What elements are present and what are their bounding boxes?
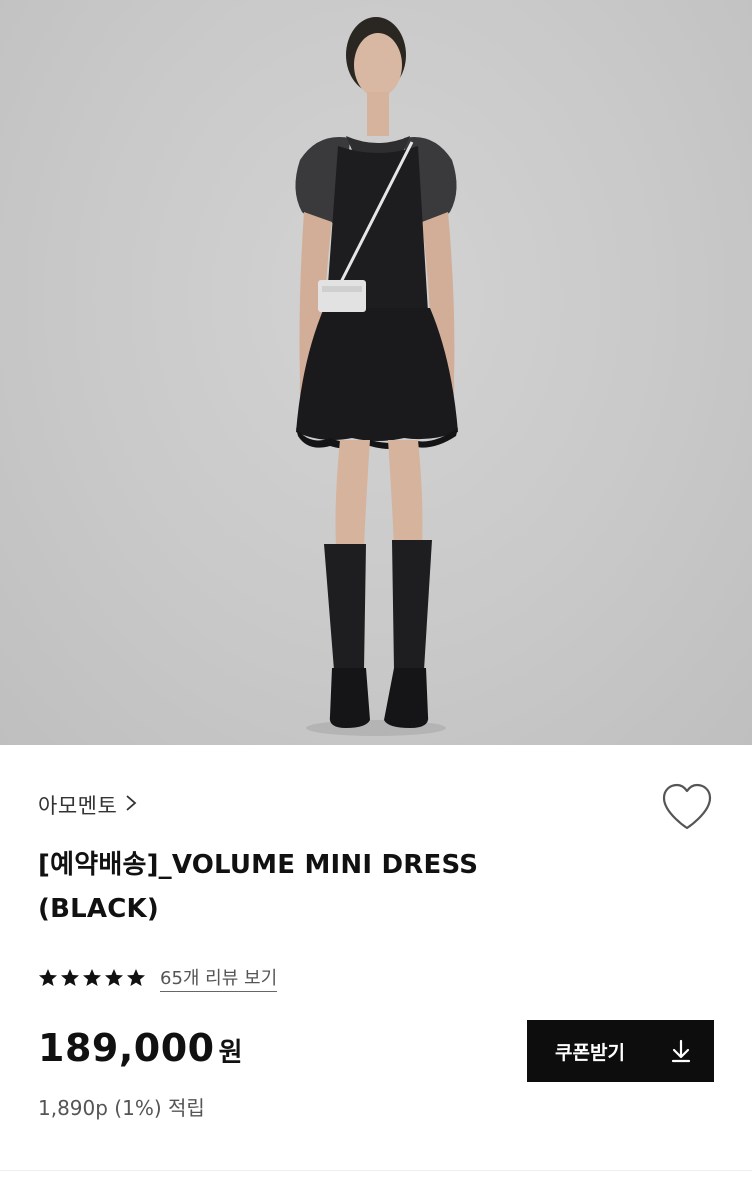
product-price: 189,000 [38,1026,215,1070]
star-filled-icon [39,969,57,986]
product-detail-page: 아모멘토 [예약배송]_VOLUME MINI DRESS (BLACK) 65… [0,0,752,1200]
reward-points: 1,890p (1%) 적립 [38,1096,205,1120]
star-filled-icon [61,969,79,986]
product-title-line-2: (BLACK) [38,894,159,924]
section-divider [0,1170,752,1171]
star-filled-icon [83,969,101,986]
price-row: 189,000 원 [38,1026,243,1070]
wishlist-button[interactable] [660,783,714,833]
star-filled-icon [105,969,123,986]
model-illustration [295,17,458,736]
chevron-right-icon [125,793,137,817]
brand-name: 아모멘토 [38,794,118,818]
product-title-line-1: [예약배송]_VOLUME MINI DRESS [38,850,479,880]
product-title: [예약배송]_VOLUME MINI DRESS (BLACK) [38,843,598,931]
product-image[interactable] [0,0,752,745]
star-rating [38,968,146,988]
coupon-download-button[interactable]: 쿠폰받기 [527,1020,714,1082]
coupon-button-label: 쿠폰받기 [555,1041,625,1064]
reviews-link[interactable]: 65개 리뷰 보기 [160,964,278,992]
price-currency: 원 [218,1038,243,1068]
heart-outline-icon [662,783,712,830]
star-filled-icon [127,969,145,986]
brand-link[interactable]: 아모멘토 [38,790,137,820]
rating-row: 65개 리뷰 보기 [38,964,278,992]
download-icon [671,1039,691,1063]
